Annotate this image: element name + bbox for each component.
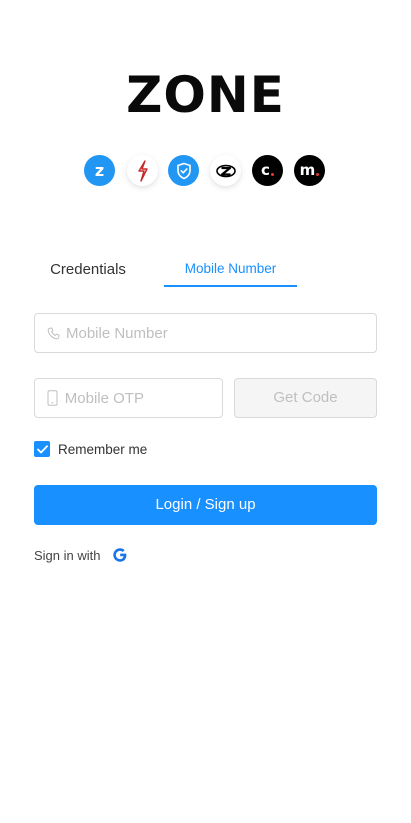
login-signup-button[interactable]: Login / Sign up	[34, 485, 377, 525]
blue-shield-icon[interactable]	[168, 155, 199, 186]
app-icons-row: z c m	[84, 155, 332, 187]
google-icon[interactable]	[111, 546, 129, 564]
zone-z-icon[interactable]: z	[84, 155, 115, 186]
checkmark-icon	[36, 444, 48, 453]
mobile-device-icon	[47, 390, 59, 406]
mobile-otp-input[interactable]	[64, 389, 222, 407]
app-logo: ZONE	[126, 66, 285, 124]
remember-me-label: Remember me	[58, 441, 148, 457]
red-lightning-icon[interactable]	[127, 155, 158, 186]
black-z-logo-icon[interactable]	[210, 155, 241, 186]
phone-icon	[47, 325, 60, 341]
get-code-button[interactable]: Get Code	[234, 378, 377, 418]
social-signin: Sign in with	[34, 545, 129, 565]
active-tab-indicator	[164, 285, 297, 287]
tab-mobile-number[interactable]: Mobile Number	[164, 255, 297, 289]
remember-me[interactable]: Remember me	[34, 441, 147, 457]
c-dot-icon[interactable]: c	[252, 155, 283, 186]
signin-with-label: Sign in with	[34, 547, 101, 563]
mobile-number-field[interactable]	[34, 313, 377, 353]
m-dot-icon[interactable]: m	[294, 155, 325, 186]
mobile-number-input[interactable]	[66, 324, 376, 342]
tab-credentials[interactable]: Credentials	[34, 255, 142, 289]
login-tabs: Credentials Mobile Number	[34, 255, 377, 289]
mobile-otp-field[interactable]	[34, 378, 223, 418]
remember-me-checkbox[interactable]	[34, 441, 50, 457]
